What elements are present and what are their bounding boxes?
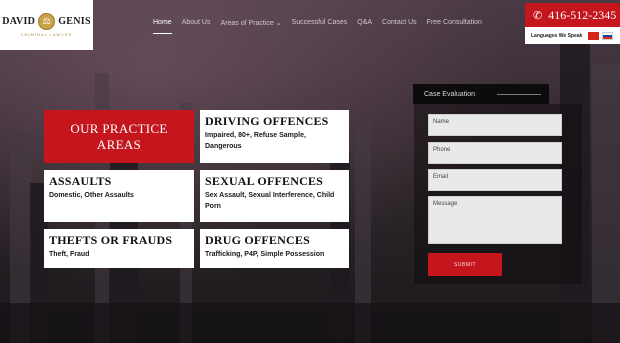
- languages-bar: Languages We Speak: [525, 27, 620, 44]
- card-sexual-offences[interactable]: SEXUAL OFFENCES Sex Assault, Sexual Inte…: [200, 170, 349, 222]
- card-title: THEFTS OR FRAUDS: [49, 233, 173, 247]
- nav-qa[interactable]: Q&A: [357, 19, 372, 27]
- email-placeholder: Email: [433, 174, 449, 180]
- china-flag-icon[interactable]: [588, 31, 600, 40]
- logo-last-name: GENIS: [58, 16, 91, 27]
- card-title: DRUG OFFENCES: [205, 233, 310, 247]
- nav-successful-cases[interactable]: Successful Cases: [292, 19, 348, 27]
- nav-home[interactable]: Home: [153, 19, 172, 34]
- name-field[interactable]: Name: [428, 114, 562, 136]
- card-description: Domestic, Other Assaults: [49, 192, 134, 199]
- message-field[interactable]: Message: [428, 196, 562, 244]
- card-title: SEXUAL OFFENCES: [205, 174, 324, 188]
- russia-flag-icon[interactable]: [602, 31, 614, 40]
- phone-icon: ✆: [533, 9, 543, 22]
- header-divider: [497, 94, 541, 95]
- nav-areas-of-practice[interactable]: Areas of Practice ⌄: [220, 19, 281, 27]
- phone-field[interactable]: Phone: [428, 142, 562, 164]
- card-description: Theft, Fraud: [49, 251, 90, 258]
- card-description: Impaired, 80+, Refuse Sample, Dangerous: [205, 132, 306, 150]
- scales-icon: ⚖: [38, 13, 56, 30]
- phone-button[interactable]: ✆ 416-512-2345: [525, 3, 620, 27]
- logo-tagline: CRIMINAL LAWYER: [20, 32, 73, 37]
- case-evaluation-header: Case Evaluation: [413, 84, 549, 104]
- logo-first-name: DAVID: [2, 16, 36, 27]
- card-title: ASSAULTS: [49, 174, 112, 188]
- message-placeholder: Message: [433, 201, 458, 207]
- card-thefts-or-frauds[interactable]: THEFTS OR FRAUDS Theft, Fraud: [44, 229, 194, 268]
- card-description: Trafficking, P4P, Simple Possession: [205, 251, 325, 258]
- email-field[interactable]: Email: [428, 169, 562, 191]
- nav-about-us[interactable]: About Us: [182, 19, 211, 27]
- case-evaluation-title: Case Evaluation: [424, 90, 475, 98]
- phone-number: 416-512-2345: [548, 7, 617, 22]
- nav-free-consultation[interactable]: Free Consultation: [427, 19, 482, 27]
- card-description: Sex Assault, Sexual Interference, Child …: [205, 192, 335, 210]
- name-placeholder: Name: [433, 119, 450, 125]
- site-logo[interactable]: DAVID ⚖ GENIS CRIMINAL LAWYER: [0, 0, 93, 50]
- nav-contact-us[interactable]: Contact Us: [382, 19, 417, 27]
- card-title: DRIVING OFFENCES: [205, 114, 329, 128]
- card-driving-offences[interactable]: DRIVING OFFENCES Impaired, 80+, Refuse S…: [200, 110, 349, 163]
- practice-areas-title: OUR PRACTICE AREAS: [70, 120, 168, 152]
- submit-button[interactable]: SUBMIT: [428, 253, 502, 276]
- practice-areas-heading: OUR PRACTICE AREAS: [44, 110, 194, 163]
- main-nav: Home About Us Areas of Practice ⌄ Succes…: [153, 19, 492, 34]
- card-drug-offences[interactable]: DRUG OFFENCES Trafficking, P4P, Simple P…: [200, 229, 349, 268]
- phone-placeholder: Phone: [433, 147, 451, 153]
- card-assaults[interactable]: ASSAULTS Domestic, Other Assaults: [44, 170, 194, 222]
- languages-label: Languages We Speak: [531, 32, 583, 39]
